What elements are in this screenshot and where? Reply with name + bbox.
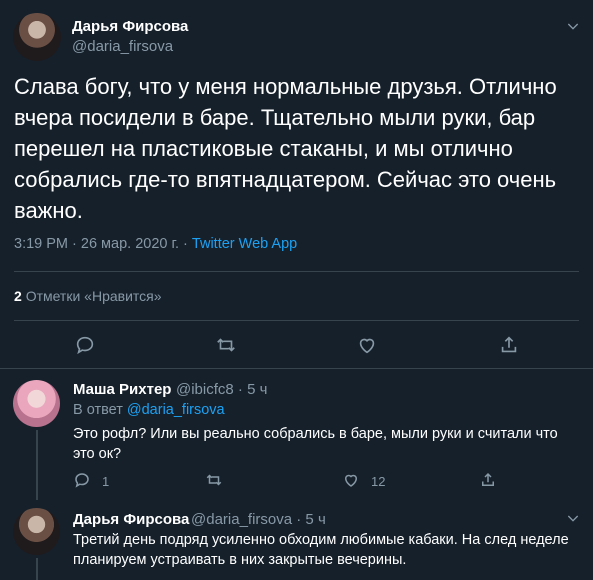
replying-prefix: В ответ: [73, 402, 127, 418]
author-handle[interactable]: @daria_firsova: [72, 38, 173, 55]
like-icon[interactable]: [356, 334, 378, 356]
divider: [14, 320, 579, 321]
likes-summary[interactable]: 2 Отметки «Нравится»: [14, 288, 162, 304]
chevron-down-icon[interactable]: [565, 18, 581, 34]
reply-author-handle[interactable]: @daria_firsova · 5 ч: [191, 511, 326, 528]
avatar[interactable]: [13, 508, 60, 555]
divider: [0, 368, 593, 369]
thread-line: [36, 430, 38, 500]
reply-author-name[interactable]: Дарья Фирсова: [73, 511, 189, 528]
avatar[interactable]: [13, 13, 61, 61]
divider: [14, 271, 579, 272]
chevron-down-icon[interactable]: [565, 510, 581, 526]
tweet-source-link[interactable]: Twitter Web App: [192, 236, 297, 252]
likes-count: 2: [14, 288, 22, 304]
retweet-icon[interactable]: [205, 471, 223, 489]
reply-icon[interactable]: [74, 334, 96, 356]
replying-to-link[interactable]: @daria_firsova: [127, 402, 225, 418]
like-icon[interactable]: [342, 471, 360, 489]
likes-label: Отметки «Нравится»: [25, 288, 162, 304]
tweet-timestamp[interactable]: 3:19 PM · 26 мар. 2020 г. ·: [14, 236, 192, 252]
share-icon[interactable]: [498, 334, 520, 356]
reply-author-name[interactable]: Маша Рихтер: [73, 381, 171, 398]
reply-text: Это рофл? Или вы реально собрались в бар…: [73, 426, 558, 462]
replying-to: В ответ @daria_firsova: [73, 402, 225, 418]
author-name[interactable]: Дарья Фирсова: [72, 18, 188, 35]
reply-icon[interactable]: [73, 471, 91, 489]
retweet-icon[interactable]: [215, 334, 237, 356]
tweet-text: Слава богу, что у меня нормальные друзья…: [14, 74, 557, 223]
like-count: 12: [371, 474, 386, 489]
share-icon[interactable]: [479, 471, 497, 489]
tweet-meta: 3:19 PM · 26 мар. 2020 г. · Twitter Web …: [14, 236, 297, 252]
reply-count: 1: [102, 474, 110, 489]
reply-text: Третий день подряд усиленно обходим люби…: [73, 532, 569, 568]
thread-line: [36, 558, 38, 580]
avatar[interactable]: [13, 380, 60, 427]
reply-author-handle[interactable]: @ibicfc8 · 5 ч: [176, 381, 267, 398]
